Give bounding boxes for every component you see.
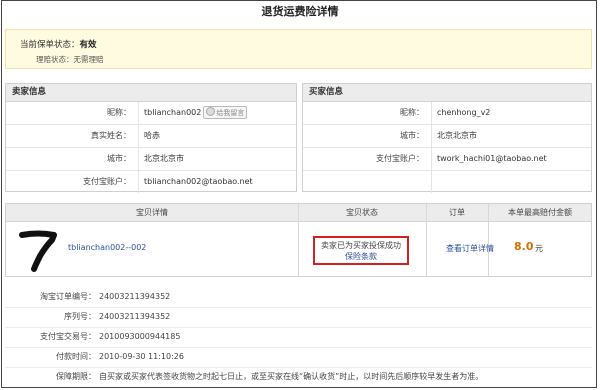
detail-row-coverage-period: 保障期限： 自买家或买家代表签收货物之时起七日止，或至买家在线“确认收货”时止，… — [5, 367, 592, 387]
policy-status-box: 当前保单状态：有效 理赔状态：无需理赔 — [5, 29, 592, 69]
buyer-alipay-value: twork_hachi01@taobao.net — [437, 154, 547, 163]
goods-row: tblianchan002--002 卖家已为买家投保成功 保险条款 查看订单详… — [6, 222, 591, 277]
buyer-nickname-value: chenhong_v2 — [437, 108, 491, 117]
max-payout-amount: 8.0 — [514, 240, 534, 253]
buyer-alipay-label: 支付宝账户： — [376, 154, 424, 163]
seller-city-label: 城市： — [107, 154, 131, 163]
col-goods-detail: 宝贝详情 — [136, 208, 168, 217]
chat-icon — [206, 107, 216, 116]
seller-row-alipay: 支付宝账户： tblianchan002@taobao.net — [6, 171, 296, 193]
buyer-nickname-label: 昵称： — [400, 108, 424, 117]
buyer-panel: 买家信息 昵称： chenhong_v2 城市： 北京北京市 支付宝账户： tw… — [302, 83, 592, 193]
buyer-panel-header: 买家信息 — [303, 84, 591, 102]
policy-status-label: 当前保单状态： — [20, 40, 80, 50]
insurance-status-box: 卖家已为买家投保成功 保险条款 — [313, 236, 409, 265]
serial-label: 序列号： — [64, 312, 96, 321]
buyer-row-city: 城市： 北京北京市 — [303, 125, 591, 148]
taobao-order-value: 24003211394352 — [99, 292, 171, 301]
detail-row-payment-time: 付款时间： 2010-09-30 11:10:26 — [5, 347, 592, 368]
detail-row-serial: 序列号： 24003211394352 — [5, 307, 592, 328]
coverage-period-label: 保障期限： — [56, 372, 96, 381]
seller-realname-label: 真实姓名： — [91, 131, 131, 140]
insurance-terms-link[interactable]: 保险条款 — [315, 251, 407, 262]
seller-nickname-label: 昵称： — [107, 108, 131, 117]
goods-table: 宝贝详情 宝贝状态 订单 本单最高赔付金额 tblianchan002--002… — [5, 203, 592, 277]
seller-realname-value: 哈赤 — [144, 131, 160, 140]
col-goods-status: 宝贝状态 — [346, 208, 378, 217]
alipay-trade-label: 支付宝交易号： — [40, 332, 96, 341]
policy-status: 当前保单状态：有效 — [20, 38, 97, 50]
claim-status: 理赔状态：无需理赔 — [36, 54, 104, 65]
claim-status-label: 理赔状态： — [36, 55, 74, 64]
col-max-payout: 本单最高赔付金额 — [508, 208, 572, 217]
policy-details: 淘宝订单编号： 24003211394352 序列号： 240032113943… — [5, 287, 592, 385]
leave-message-button[interactable]: 给我留言 — [203, 106, 248, 119]
insurance-status-text: 卖家已为买家投保成功 — [321, 241, 401, 250]
payment-time-value: 2010-09-30 11:10:26 — [99, 352, 184, 361]
seller-city-value: 北京北京市 — [144, 154, 184, 163]
product-name-link[interactable]: tblianchan002--002 — [68, 243, 146, 252]
goods-table-header: 宝贝详情 宝贝状态 订单 本单最高赔付金额 — [6, 204, 591, 222]
claim-status-value: 无需理赔 — [73, 55, 104, 64]
payment-time-label: 付款时间： — [56, 352, 96, 361]
col-order: 订单 — [449, 208, 465, 217]
policy-status-value: 有效 — [79, 40, 97, 50]
max-payout-unit: 元 — [535, 244, 543, 253]
seller-panel: 卖家信息 昵称： tblianchan002 给我留言 真实姓名： 哈赤 城市： … — [5, 83, 297, 193]
detail-row-alipay-trade: 支付宝交易号： 2010093000944185 — [5, 327, 592, 348]
buyer-row-empty — [303, 171, 591, 193]
buyer-city-value: 北京北京市 — [437, 131, 477, 140]
buyer-city-label: 城市： — [400, 131, 424, 140]
serial-value: 24003211394352 — [99, 312, 171, 321]
page-title: 退货运费险详情 — [261, 5, 339, 18]
seller-alipay-value: tblianchan002@taobao.net — [144, 177, 253, 186]
product-thumbnail[interactable] — [16, 226, 62, 272]
seller-row-nickname: 昵称： tblianchan002 给我留言 — [6, 102, 296, 125]
seller-row-city: 城市： 北京北京市 — [6, 148, 296, 171]
taobao-order-label: 淘宝订单编号： — [40, 292, 96, 301]
view-order-details-link[interactable]: 查看订单详情 — [446, 243, 494, 254]
detail-row-taobao-order: 淘宝订单编号： 24003211394352 — [5, 287, 592, 308]
seller-alipay-label: 支付宝账户： — [83, 177, 131, 186]
buyer-row-nickname: 昵称： chenhong_v2 — [303, 102, 591, 125]
buyer-row-alipay: 支付宝账户： twork_hachi01@taobao.net — [303, 148, 591, 171]
seller-row-realname: 真实姓名： 哈赤 — [6, 125, 296, 148]
alipay-trade-value: 2010093000944185 — [99, 332, 181, 341]
seller-panel-header: 卖家信息 — [6, 84, 296, 102]
seller-nickname-value: tblianchan002 — [144, 108, 202, 117]
coverage-period-value: 自买家或买家代表签收货物之时起七日止，或至买家在线“确认收货”时止，以时间先后顺… — [99, 372, 484, 381]
